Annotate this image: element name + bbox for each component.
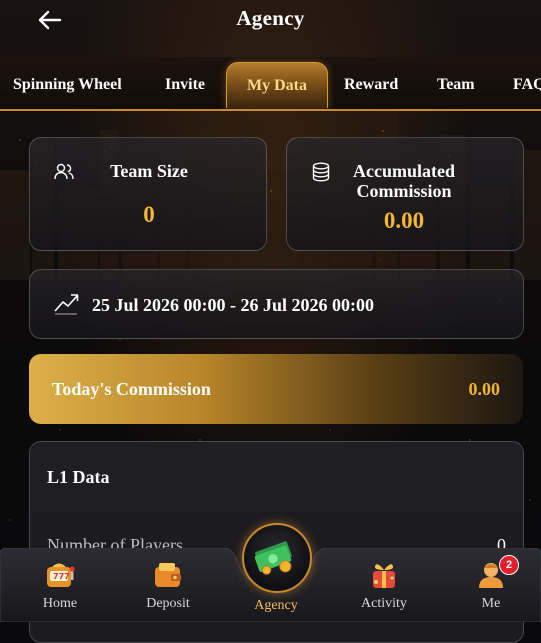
- team-size-card: Team Size 0: [29, 137, 267, 251]
- trending-up-icon: [54, 294, 79, 315]
- page-title: Agency: [236, 6, 305, 30]
- bottom-navigation: 777 Home Deposit Agency Activity Me 2: [0, 523, 541, 622]
- date-range-text: 25 Jul 2026 00:00 - 26 Jul 2026 00:00: [92, 295, 375, 315]
- nav-me-label: Me: [481, 596, 501, 611]
- todays-commission-banner: Today's Commission 0.00: [29, 354, 523, 424]
- coin-stack-icon: [312, 162, 330, 182]
- team-size-value: 0: [143, 202, 155, 227]
- wallet-icon: [155, 563, 181, 587]
- todays-commission-value: 0.00: [468, 379, 501, 399]
- accumulated-commission-label: Accumulated Commission: [339, 161, 469, 201]
- l1-data-header: L1 Data: [30, 442, 523, 512]
- top-bar: Agency: [0, 0, 541, 50]
- todays-commission-label: Today's Commission: [52, 379, 211, 399]
- nav-home-label: Home: [42, 596, 78, 611]
- tab-my-data[interactable]: My Data: [226, 62, 328, 108]
- team-size-label: Team Size: [110, 161, 188, 181]
- nav-deposit-label: Deposit: [146, 596, 190, 611]
- nav-agency-label: Agency: [254, 598, 298, 613]
- tab-spinning-wheel[interactable]: Spinning Wheel: [13, 57, 122, 107]
- tab-bar: Spinning Wheel Invite My Data Reward Tea…: [0, 57, 541, 111]
- nav-home[interactable]: 777 Home: [25, 558, 95, 612]
- money-stack-icon: [254, 541, 292, 575]
- accumulated-commission-card: Accumulated Commission 0.00: [286, 137, 524, 251]
- l1-data-title: L1 Data: [47, 467, 110, 487]
- date-range-selector[interactable]: 25 Jul 2026 00:00 - 26 Jul 2026 00:00: [29, 269, 524, 339]
- users-icon: [54, 163, 74, 180]
- accumulated-commission-value: 0.00: [383, 208, 425, 233]
- accumulated-label-line1: Accumulated: [353, 161, 455, 181]
- nav-deposit[interactable]: Deposit: [133, 558, 203, 612]
- notification-badge: 2: [499, 555, 519, 575]
- tab-invite[interactable]: Invite: [165, 57, 205, 107]
- tab-team[interactable]: Team: [437, 57, 475, 107]
- nav-activity-label: Activity: [361, 596, 407, 611]
- gift-box-icon: [373, 564, 395, 588]
- svg-text:777: 777: [53, 572, 70, 581]
- nav-agency[interactable]: [242, 523, 312, 593]
- nav-activity[interactable]: Activity: [349, 558, 419, 612]
- slot-machine-icon: 777: [47, 563, 75, 587]
- accumulated-label-line2: Commission: [356, 181, 452, 201]
- tab-reward[interactable]: Reward: [344, 57, 398, 107]
- tab-faq[interactable]: FAQ: [513, 57, 541, 107]
